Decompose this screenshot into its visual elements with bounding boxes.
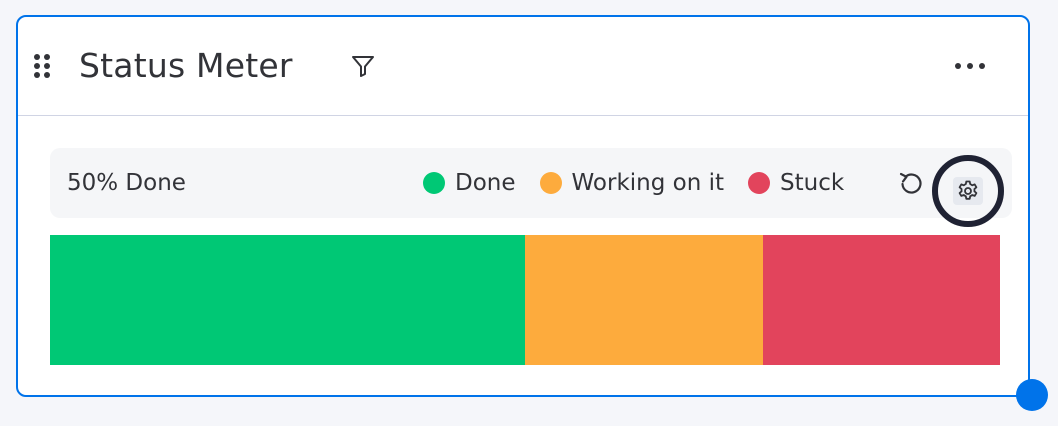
- settings-button-inner: [953, 177, 983, 205]
- legend-dot: [423, 172, 445, 194]
- filter-icon: [352, 56, 374, 77]
- legend-label: Stuck: [780, 170, 845, 196]
- reset-icon: [899, 172, 922, 194]
- legend-label: Done: [455, 170, 516, 196]
- legend-label: Working on it: [571, 170, 725, 196]
- legend-item: Done: [423, 167, 516, 199]
- reset-button[interactable]: [896, 168, 926, 198]
- status-meter-bar: [50, 235, 1000, 365]
- legend-dot: [748, 172, 771, 194]
- resize-handle[interactable]: [1016, 379, 1048, 411]
- legend-item: Stuck: [748, 167, 844, 199]
- meter-segment-done[interactable]: [50, 235, 525, 365]
- status-meter-widget: Status Meter 50% Done Done Working on it S…: [16, 15, 1030, 397]
- legend: Done Working on it Stuck: [423, 167, 844, 199]
- meter-toolbar: 50% Done Done Working on it Stuck: [50, 148, 1012, 227]
- widget-header: Status Meter: [18, 17, 1028, 116]
- more-options-button[interactable]: [950, 51, 990, 81]
- legend-dot: [539, 172, 562, 194]
- filter-button[interactable]: [348, 51, 378, 81]
- legend-item: Working on it: [539, 167, 725, 199]
- settings-gear-icon: [958, 180, 978, 200]
- done-summary: 50% Done: [67, 170, 186, 196]
- meter-segment-stuck[interactable]: [762, 235, 1000, 365]
- meter-segment-working-on-it[interactable]: [525, 235, 763, 365]
- widget-title: Status Meter: [79, 46, 293, 85]
- settings-button[interactable]: [932, 155, 1004, 227]
- more-options-icon: [955, 63, 985, 69]
- drag-handle-icon[interactable]: [33, 53, 51, 79]
